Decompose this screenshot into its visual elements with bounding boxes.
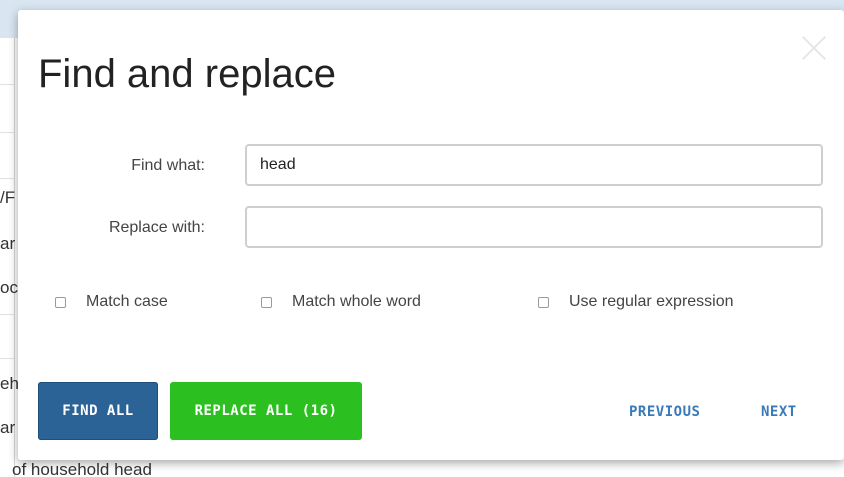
background-cell-text: /F	[0, 188, 16, 207]
background-cell-text: ar	[0, 234, 16, 253]
find-all-button[interactable]: FIND ALL	[38, 382, 158, 440]
find-what-input[interactable]	[245, 144, 823, 186]
background-cell-text: ar	[0, 418, 16, 437]
background-row-divider	[0, 178, 14, 179]
background-bottom-text: of household head	[12, 460, 152, 477]
background-row-divider	[0, 314, 14, 315]
replace-with-input[interactable]	[245, 206, 823, 248]
dialog-title: Find and replace	[38, 52, 336, 96]
use-regex-option[interactable]: Use regular expression	[538, 292, 734, 312]
previous-button[interactable]: PREVIOUS	[629, 402, 700, 422]
match-case-option[interactable]: Match case	[55, 292, 168, 312]
background-cell-text: eh	[0, 374, 18, 393]
background-row-divider	[0, 132, 14, 133]
find-what-label: Find what:	[131, 157, 205, 174]
find-replace-dialog: Find and replace Find what: Replace with…	[18, 10, 844, 460]
replace-with-label: Replace with:	[108, 219, 205, 236]
close-icon[interactable]	[800, 34, 828, 62]
background-row-divider	[0, 84, 14, 85]
background-row-divider	[0, 358, 14, 359]
match-case-checkbox[interactable]	[55, 296, 66, 308]
match-case-label: Match case	[86, 293, 168, 310]
background-column	[0, 38, 15, 477]
match-whole-word-label: Match whole word	[292, 293, 421, 310]
match-whole-word-option[interactable]: Match whole word	[261, 292, 421, 312]
background-cell-text: oc	[0, 278, 18, 297]
use-regex-checkbox[interactable]	[538, 296, 549, 308]
replace-all-button[interactable]: REPLACE ALL (16)	[170, 382, 362, 440]
use-regex-label: Use regular expression	[569, 293, 734, 310]
match-whole-word-checkbox[interactable]	[261, 296, 272, 308]
next-button[interactable]: NEXT	[761, 402, 797, 422]
